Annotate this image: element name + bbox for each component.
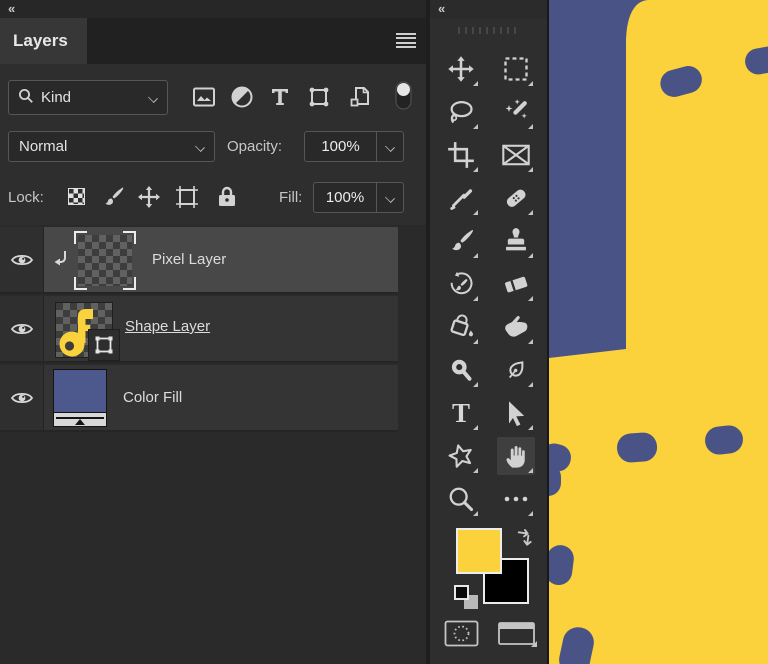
crop-tool[interactable]: [442, 136, 480, 174]
panel-menu-icon[interactable]: [396, 33, 416, 48]
chevron-down-icon: [196, 142, 205, 151]
collapse-panel-button[interactable]: «: [8, 1, 16, 16]
lock-all-icon[interactable]: [213, 183, 240, 210]
toolbar-grip-handle[interactable]: [458, 27, 520, 34]
hand-tool[interactable]: [497, 437, 535, 475]
layers-tab-label: Layers: [13, 31, 68, 50]
paint-bucket-tool[interactable]: [442, 308, 480, 346]
lock-position-icon[interactable]: [135, 183, 162, 210]
smart-object-filter-icon[interactable]: [348, 84, 372, 110]
opacity-dropdown-button[interactable]: [376, 132, 403, 161]
eye-icon: [10, 254, 33, 265]
type-tool-glyph: T: [451, 397, 470, 428]
visibility-toggle[interactable]: [0, 365, 44, 430]
swap-colors-icon[interactable]: [512, 527, 534, 549]
tab-layers[interactable]: Layers: [0, 18, 87, 64]
vector-shape-badge: [88, 329, 120, 361]
fill-field[interactable]: 100%: [313, 182, 404, 213]
chevron-down-icon: [386, 142, 395, 151]
layer-thumbnail[interactable]: [74, 231, 136, 290]
shape-tool[interactable]: [442, 437, 480, 475]
lock-pixels-icon[interactable]: [99, 183, 126, 210]
more-tools[interactable]: [497, 480, 535, 518]
eye-icon: [10, 323, 33, 334]
collapse-toolbar-button[interactable]: «: [438, 1, 446, 16]
type-tool[interactable]: T: [442, 394, 480, 432]
clone-stamp-tool[interactable]: [497, 222, 535, 260]
layers-panel: « Layers Kind Normal Opacity: 100% Lock:…: [0, 0, 426, 664]
chevron-down-icon: [149, 93, 158, 102]
eyedropper-tool[interactable]: [442, 179, 480, 217]
application-window: « Layers Kind Normal Opacity: 100% Lock:…: [0, 0, 768, 664]
path-select-tool[interactable]: [497, 394, 535, 432]
frame-tool[interactable]: [497, 136, 535, 174]
lasso-tool[interactable]: [442, 93, 480, 131]
fill-label: Fill:: [279, 189, 303, 206]
smudge-tool[interactable]: [497, 308, 535, 346]
visibility-toggle[interactable]: [0, 296, 44, 361]
brush-tool[interactable]: [442, 222, 480, 260]
opacity-value: 100%: [321, 138, 360, 155]
search-icon: [18, 88, 34, 108]
zoom-tool[interactable]: [442, 480, 480, 518]
layer-name[interactable]: Color Fill: [123, 389, 182, 406]
kind-filter-dropdown[interactable]: Kind: [8, 80, 168, 115]
pen-tool[interactable]: [497, 351, 535, 389]
layers-tab-bar: Layers: [0, 18, 426, 64]
layer-name[interactable]: Pixel Layer: [152, 251, 226, 268]
lock-label: Lock:: [8, 189, 44, 206]
visibility-toggle[interactable]: [0, 227, 44, 292]
chevron-down-icon: [386, 193, 395, 202]
move-tool[interactable]: [442, 50, 480, 88]
layer-row-pixel-layer[interactable]: Pixel Layer: [0, 227, 398, 294]
eye-icon: [10, 392, 33, 403]
fill-dropdown-button[interactable]: [376, 183, 403, 212]
layer-row-color-fill[interactable]: Color Fill: [0, 365, 398, 432]
layers-panel-topbar: «: [0, 0, 426, 18]
opacity-label: Opacity:: [227, 138, 283, 155]
dodge-tool[interactable]: [442, 351, 480, 389]
lock-transparency-icon[interactable]: [63, 183, 90, 210]
clipping-mask-arrow-icon: [52, 249, 69, 273]
healing-brush-tool[interactable]: [497, 179, 535, 217]
lock-artboard-icon[interactable]: [173, 183, 200, 210]
toolbar-topbar: «: [430, 0, 547, 18]
marquee-select-tool[interactable]: [497, 50, 535, 88]
opacity-field[interactable]: 100%: [304, 131, 404, 162]
layer-name[interactable]: Shape Layer: [125, 318, 210, 335]
kind-filter-label: Kind: [41, 89, 72, 106]
type-filter-icon[interactable]: [268, 84, 292, 110]
shape-filter-icon[interactable]: [307, 84, 331, 110]
toolbar: « T: [430, 0, 547, 664]
adjustment-filter-icon[interactable]: [230, 84, 254, 110]
layer-thumbnail[interactable]: [53, 369, 107, 427]
fill-value: 100%: [325, 189, 365, 206]
blend-mode-dropdown[interactable]: Normal: [8, 131, 215, 162]
canvas-viewport[interactable]: [547, 0, 768, 664]
screen-mode-button[interactable]: [496, 620, 537, 647]
history-brush-tool[interactable]: [442, 265, 480, 303]
default-colors-icon[interactable]: [454, 585, 478, 609]
layer-list: Pixel Layer Shape Layer Color Fill: [0, 225, 426, 664]
blend-mode-value: Normal: [19, 138, 68, 155]
filter-toggle[interactable]: [391, 81, 415, 109]
image-filter-icon[interactable]: [192, 84, 216, 110]
layer-row-shape-layer[interactable]: Shape Layer: [0, 296, 398, 363]
magic-wand-tool[interactable]: [497, 93, 535, 131]
foreground-color-swatch[interactable]: [456, 528, 502, 574]
canvas-artwork: [549, 0, 768, 664]
eraser-tool[interactable]: [497, 265, 535, 303]
quick-mask-button[interactable]: [444, 620, 479, 647]
